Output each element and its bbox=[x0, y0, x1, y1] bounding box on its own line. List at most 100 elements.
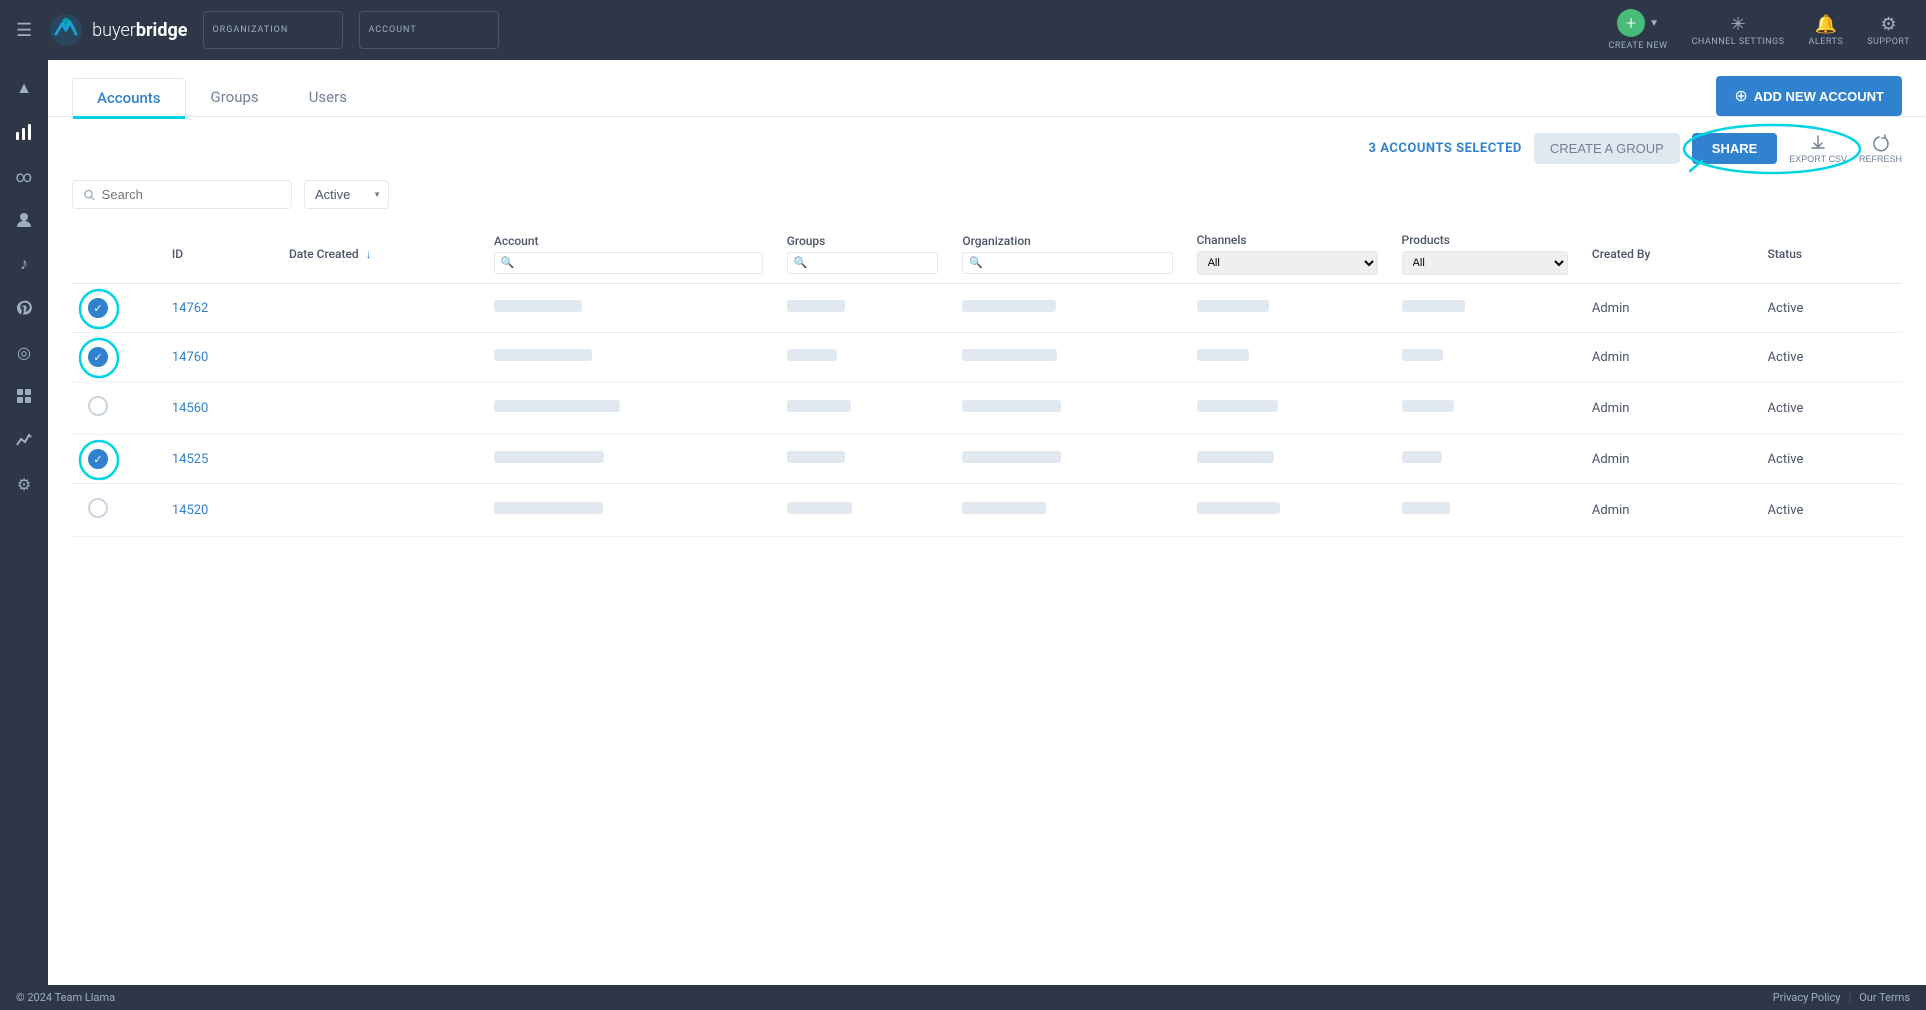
row-products bbox=[1390, 333, 1580, 382]
row-date bbox=[277, 484, 482, 537]
footer-links: Privacy Policy | Our Terms bbox=[1773, 991, 1910, 1004]
share-button[interactable]: SHARE bbox=[1692, 133, 1778, 164]
account-filter-input[interactable] bbox=[494, 252, 763, 274]
tab-accounts[interactable]: Accounts bbox=[72, 78, 186, 117]
row-channels bbox=[1185, 333, 1390, 382]
export-csv-button[interactable]: EXPORT CSV bbox=[1789, 134, 1847, 164]
sidebar-item-inventory[interactable] bbox=[4, 376, 44, 416]
content-area: 3 ACCOUNTS SELECTED CREATE A GROUP SHARE bbox=[48, 117, 1926, 553]
hamburger-menu[interactable]: ☰ bbox=[16, 20, 32, 41]
refresh-button[interactable]: REFRESH bbox=[1859, 134, 1902, 164]
row-checkbox[interactable] bbox=[88, 449, 108, 469]
row-organization bbox=[950, 435, 1184, 484]
add-icon: ⊕ bbox=[1734, 86, 1747, 106]
create-group-button[interactable]: CREATE A GROUP bbox=[1534, 133, 1680, 164]
main-content: Accounts Groups Users ⊕ ADD NEW ACCOUNT … bbox=[48, 60, 1926, 1010]
accounts-selected-label: 3 ACCOUNTS SELECTED bbox=[1369, 141, 1522, 156]
sidebar-item-campaigns[interactable]: ◎ bbox=[4, 332, 44, 372]
left-sidebar: ▲ ∞ ♪ ◎ ⚙ bbox=[0, 60, 48, 1010]
channel-settings-action[interactable]: ✳ CHANNEL SETTINGS bbox=[1692, 14, 1785, 47]
create-new-label: CREATE NEW bbox=[1609, 41, 1668, 51]
row-products bbox=[1390, 382, 1580, 435]
create-new-action[interactable]: + ▼ CREATE NEW bbox=[1609, 9, 1668, 51]
buyerbridge-logo bbox=[48, 12, 84, 48]
tab-groups[interactable]: Groups bbox=[186, 77, 284, 116]
products-filter-select[interactable]: All bbox=[1402, 251, 1568, 275]
row-account bbox=[482, 435, 775, 484]
row-groups bbox=[775, 484, 951, 537]
account-selector[interactable]: ACCOUNT bbox=[359, 11, 499, 49]
row-id: 14762 bbox=[160, 284, 277, 333]
row-date bbox=[277, 382, 482, 435]
refresh-icon bbox=[1871, 134, 1889, 152]
row-channels bbox=[1185, 284, 1390, 333]
account-id-link[interactable]: 14762 bbox=[172, 301, 209, 316]
row-groups bbox=[775, 284, 951, 333]
row-id: 14560 bbox=[160, 382, 277, 435]
col-header-date-created[interactable]: Date Created ↓ bbox=[277, 225, 482, 284]
col-header-checkbox bbox=[72, 225, 160, 284]
logo-area: buyerbridge bbox=[48, 12, 187, 48]
row-channels bbox=[1185, 484, 1390, 537]
row-organization bbox=[950, 333, 1184, 382]
search-field[interactable] bbox=[72, 180, 292, 209]
row-created-by: Admin bbox=[1580, 484, 1756, 537]
status-filter[interactable]: Active Inactive All bbox=[304, 180, 389, 209]
org-label: ORGANIZATION bbox=[212, 25, 334, 35]
logo-text: buyerbridge bbox=[92, 20, 187, 41]
row-status: Active bbox=[1756, 484, 1902, 537]
row-checkbox[interactable] bbox=[88, 396, 108, 416]
table-row: 14560 Admin Active bbox=[72, 382, 1902, 435]
row-account bbox=[482, 333, 775, 382]
row-account bbox=[482, 284, 775, 333]
account-id-link[interactable]: 14525 bbox=[172, 452, 209, 467]
support-action[interactable]: ⚙ SUPPORT bbox=[1867, 14, 1910, 47]
row-checkbox[interactable] bbox=[88, 298, 108, 318]
privacy-policy-link[interactable]: Privacy Policy bbox=[1773, 991, 1841, 1004]
account-id-link[interactable]: 14560 bbox=[172, 401, 209, 416]
sidebar-item-pinterest[interactable] bbox=[4, 288, 44, 328]
row-date bbox=[277, 435, 482, 484]
col-header-created-by: Created By bbox=[1580, 225, 1756, 284]
row-organization bbox=[950, 382, 1184, 435]
row-products bbox=[1390, 284, 1580, 333]
tabs-bar: Accounts Groups Users ⊕ ADD NEW ACCOUNT bbox=[48, 60, 1926, 117]
account-id-link[interactable]: 14520 bbox=[172, 503, 209, 518]
row-channels bbox=[1185, 435, 1390, 484]
table-row: 14525 Admin Active bbox=[72, 435, 1902, 484]
sidebar-chevron-up[interactable]: ▲ bbox=[4, 68, 44, 108]
table-row: 14520 Admin Active bbox=[72, 484, 1902, 537]
row-created-by: Admin bbox=[1580, 435, 1756, 484]
groups-filter-input[interactable] bbox=[787, 252, 939, 274]
row-checkbox-cell bbox=[72, 284, 160, 333]
col-header-channels: Channels All bbox=[1185, 225, 1390, 284]
org-filter-input[interactable] bbox=[962, 252, 1172, 274]
add-new-account-button[interactable]: ⊕ ADD NEW ACCOUNT bbox=[1716, 76, 1902, 116]
sidebar-item-integrations[interactable]: ∞ bbox=[4, 156, 44, 196]
account-label: ACCOUNT bbox=[368, 25, 490, 35]
nav-right-actions: + ▼ CREATE NEW ✳ CHANNEL SETTINGS 🔔 ALER… bbox=[1609, 9, 1911, 51]
sidebar-item-settings[interactable]: ⚙ bbox=[4, 464, 44, 504]
col-header-account: Account bbox=[482, 225, 775, 284]
alerts-action[interactable]: 🔔 ALERTS bbox=[1809, 14, 1844, 47]
sidebar-item-reports[interactable] bbox=[4, 420, 44, 460]
search-input[interactable] bbox=[102, 187, 281, 202]
our-terms-link[interactable]: Our Terms bbox=[1859, 991, 1910, 1004]
organization-selector[interactable]: ORGANIZATION bbox=[203, 11, 343, 49]
row-checkbox[interactable] bbox=[88, 347, 108, 367]
channels-filter-select[interactable]: All bbox=[1197, 251, 1378, 275]
row-id: 14525 bbox=[160, 435, 277, 484]
sidebar-item-leads[interactable] bbox=[4, 200, 44, 240]
account-id-link[interactable]: 14760 bbox=[172, 350, 209, 365]
row-account bbox=[482, 382, 775, 435]
sidebar-item-analytics[interactable] bbox=[4, 112, 44, 152]
table-row: 14760 Admin Active bbox=[72, 333, 1902, 382]
alerts-label: ALERTS bbox=[1809, 37, 1844, 47]
col-header-products: Products All bbox=[1390, 225, 1580, 284]
row-id: 14520 bbox=[160, 484, 277, 537]
sidebar-item-tiktok[interactable]: ♪ bbox=[4, 244, 44, 284]
channel-settings-label: CHANNEL SETTINGS bbox=[1692, 37, 1785, 47]
row-checkbox[interactable] bbox=[88, 498, 108, 518]
support-label: SUPPORT bbox=[1867, 37, 1910, 47]
tab-users[interactable]: Users bbox=[284, 77, 372, 116]
